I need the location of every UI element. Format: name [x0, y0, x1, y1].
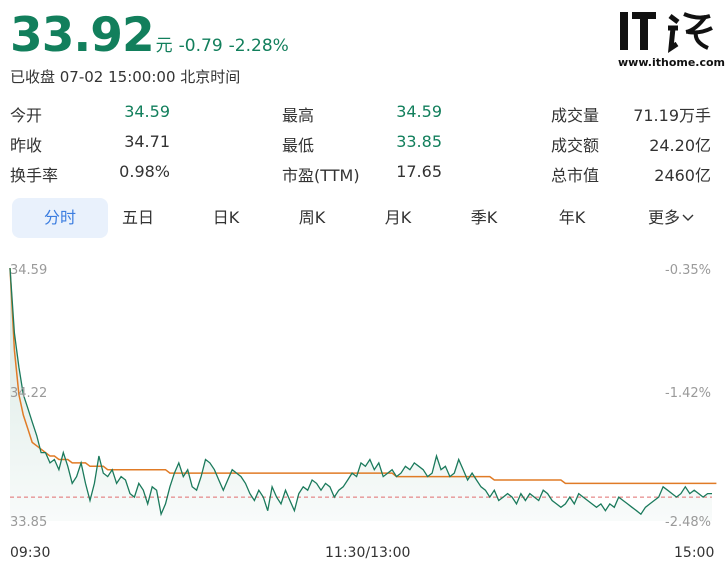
stat-prev-close: 昨收 34.71	[10, 132, 170, 156]
stat-open-value: 34.59	[124, 102, 170, 121]
price-unit: 元	[155, 36, 173, 56]
stat-turnover-amount-label: 成交额	[551, 136, 600, 155]
stat-market-cap-label: 总市值	[551, 166, 600, 185]
y-right-tick-bottom: -2.48%	[665, 515, 711, 530]
stat-low-label: 最低	[282, 136, 315, 155]
market-status: 已收盘 07-02 15:00:00 北京时间	[10, 68, 241, 86]
price-change-pct: -2.28%	[228, 36, 289, 56]
stat-volume-label: 成交量	[551, 106, 600, 125]
y-right-tick-top: -0.35%	[665, 263, 711, 278]
stat-market-cap-value: 2460亿	[654, 166, 711, 185]
chevron-down-icon	[680, 208, 694, 227]
stat-open-label: 今开	[10, 106, 43, 125]
tab-more-label: 更多	[647, 208, 680, 227]
stat-market-cap: 总市值 2460亿	[551, 162, 711, 186]
tab-more[interactable]: 更多	[628, 198, 714, 238]
stat-high: 最高 34.59	[282, 102, 442, 126]
tab-intraday[interactable]: 分时	[12, 198, 108, 238]
tab-five-day[interactable]: 五日	[98, 198, 178, 238]
last-price: 33.92	[10, 8, 155, 63]
stat-low-value: 33.85	[396, 132, 442, 151]
stat-prev-close-label: 昨收	[10, 136, 43, 155]
stat-prev-close-value: 34.71	[124, 132, 170, 151]
stat-turnover-amount: 成交额 24.20亿	[551, 132, 711, 156]
stat-turnover-rate-label: 换手率	[10, 166, 59, 185]
y-left-tick-bottom: 33.85	[10, 515, 47, 530]
stat-low: 最低 33.85	[282, 132, 442, 156]
y-right-tick-mid: -1.42%	[665, 386, 711, 401]
stat-volume-value: 71.19万手	[633, 106, 711, 125]
ithome-logo: www.ithome.com	[618, 8, 726, 72]
tab-daily-k[interactable]: 日K	[186, 198, 266, 238]
quote-header: 33.92 元 -0.79 -2.28%	[10, 8, 289, 63]
x-tick-close: 15:00	[674, 545, 715, 561]
stat-pe-value: 17.65	[396, 162, 442, 181]
stat-high-value: 34.59	[396, 102, 442, 121]
logo-url: www.ithome.com	[618, 56, 726, 69]
stat-high-label: 最高	[282, 106, 315, 125]
stat-pe: 市盈(TTM) 17.65	[282, 162, 442, 186]
price-change: -0.79	[178, 36, 223, 56]
y-left-tick-mid: 34.22	[10, 386, 47, 401]
y-left-tick-top: 34.59	[10, 263, 47, 278]
x-tick-open: 09:30	[10, 545, 51, 561]
intraday-chart: 34.59 34.22 33.85 -0.35% -1.42% -2.48%	[9, 263, 717, 530]
stat-pe-label: 市盈(TTM)	[282, 166, 360, 185]
stat-turnover-rate: 换手率 0.98%	[10, 162, 170, 186]
stat-turnover-amount-value: 24.20亿	[649, 136, 711, 155]
tab-weekly-k[interactable]: 周K	[272, 198, 352, 238]
x-tick-midday: 11:30/13:00	[325, 545, 411, 561]
average-price-line	[9, 267, 717, 485]
stat-open: 今开 34.59	[10, 102, 170, 126]
stat-turnover-rate-value: 0.98%	[119, 162, 170, 181]
chart-period-tabs: 分时 五日 日K 周K 月K 季K 年K 更多	[10, 198, 715, 238]
stat-volume: 成交量 71.19万手	[551, 102, 711, 126]
tab-yearly-k[interactable]: 年K	[532, 198, 612, 238]
tab-quarterly-k[interactable]: 季K	[444, 198, 524, 238]
tab-monthly-k[interactable]: 月K	[358, 198, 438, 238]
